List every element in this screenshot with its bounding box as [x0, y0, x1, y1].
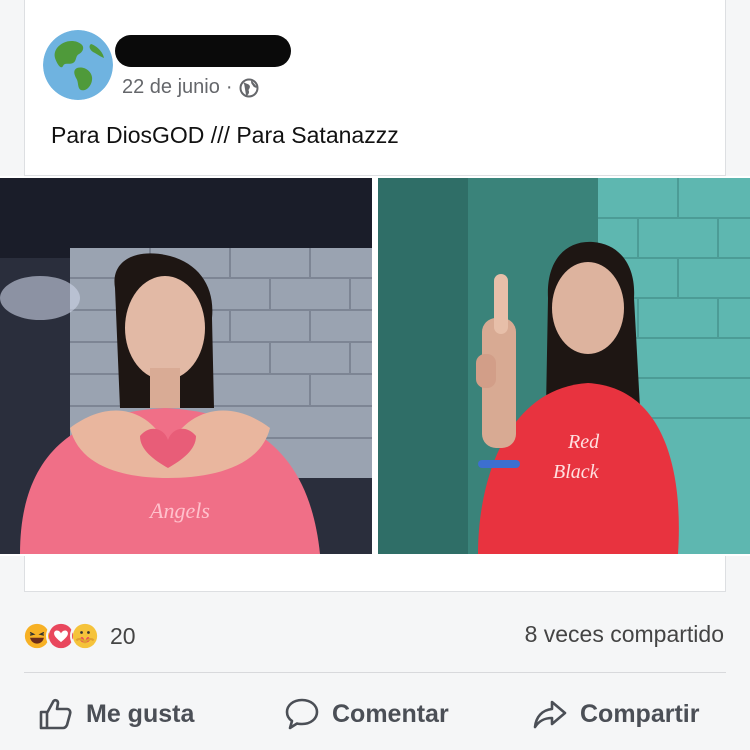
like-button[interactable]: Me gusta — [38, 696, 194, 732]
post-stats: 20 8 veces compartido — [0, 605, 750, 665]
post-text: Para DiosGOD /// Para Satanazzz — [51, 122, 399, 148]
share-button[interactable]: Compartir — [532, 696, 699, 732]
thumbs-up-icon — [39, 698, 72, 730]
photo-right[interactable]: Red Black — [378, 178, 750, 554]
post-photos: Angels Red Black — [0, 176, 750, 556]
meta-separator: · — [225, 76, 233, 98]
share-arrow-icon — [533, 700, 567, 729]
reaction-count: 20 — [110, 622, 136, 649]
post-meta: 22 de junio · — [122, 76, 259, 99]
globe-avatar-icon — [43, 30, 113, 100]
photo-left[interactable]: Angels — [0, 178, 372, 554]
photo-middle-finger-image: Red Black — [378, 178, 750, 554]
redacted-author-name — [115, 35, 291, 67]
post-photo-footer — [24, 556, 726, 592]
public-globe-icon — [239, 78, 259, 97]
svg-text:Red: Red — [567, 431, 600, 453]
actions-divider — [24, 672, 726, 673]
post-header-card: 22 de junio · Para DiosGOD /// Para Sata… — [24, 0, 726, 176]
svg-text:Black: Black — [553, 461, 600, 483]
comment-label: Comentar — [332, 699, 449, 728]
reaction-summary[interactable]: 20 — [22, 621, 136, 651]
comment-bubble-icon — [285, 698, 319, 730]
comment-button[interactable]: Comentar — [284, 696, 449, 732]
svg-text:Angels: Angels — [148, 498, 210, 523]
care-icon — [70, 621, 100, 651]
photo-heart-hands-image: Angels — [0, 178, 372, 554]
post-date[interactable]: 22 de junio — [122, 76, 220, 99]
like-label: Me gusta — [86, 699, 195, 728]
share-count[interactable]: 8 veces compartido — [525, 621, 724, 648]
profile-avatar[interactable] — [43, 30, 113, 100]
share-label: Compartir — [580, 699, 700, 728]
post-actions: Me gusta Comentar Compartir — [0, 690, 750, 742]
